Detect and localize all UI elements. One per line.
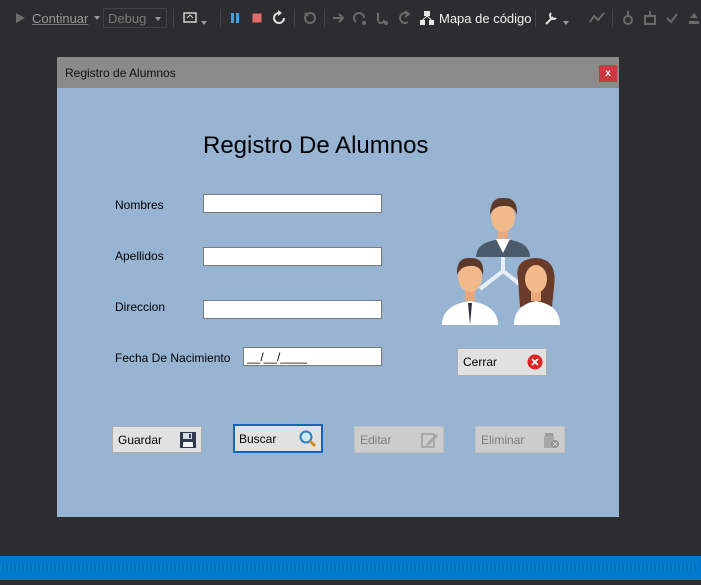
cerrar-label: Cerrar xyxy=(463,355,498,369)
editar-label: Editar xyxy=(360,432,392,447)
apellidos-label: Apellidos xyxy=(115,249,164,263)
buscar-button[interactable]: Buscar xyxy=(233,424,323,453)
direccion-input[interactable] xyxy=(203,300,382,319)
window-titlebar[interactable]: Registro de Alumnos x xyxy=(57,57,619,88)
edit-icon xyxy=(421,433,438,448)
continue-label: Continuar xyxy=(32,10,89,26)
code-map-label: Mapa de código xyxy=(439,10,532,26)
pause-button[interactable] xyxy=(227,0,243,36)
chevron-down-icon xyxy=(563,21,569,25)
hot-reload-icon xyxy=(302,10,318,26)
apellidos-input[interactable] xyxy=(203,247,382,266)
guardar-label: Guardar xyxy=(118,432,163,447)
code-map-button[interactable]: Mapa de código xyxy=(419,0,532,36)
show-next-statement-button[interactable] xyxy=(331,0,347,36)
ide-toolbar: Continuar Debug Mapa de código xyxy=(0,0,701,36)
step-out-button[interactable] xyxy=(396,0,412,36)
people-group-icon xyxy=(442,197,560,325)
process-icon xyxy=(182,10,198,26)
tools-button[interactable] xyxy=(544,0,569,36)
eliminar-label: Eliminar xyxy=(481,432,525,447)
thread-icon xyxy=(620,10,636,26)
toolbar-separator xyxy=(294,9,295,27)
chevron-down-icon xyxy=(94,16,101,20)
thread-button[interactable] xyxy=(620,0,636,36)
toolbar-separator xyxy=(612,9,613,27)
direccion-label: Direccion xyxy=(115,300,166,314)
close-circle-icon xyxy=(527,354,543,370)
guardar-button[interactable]: Guardar xyxy=(112,426,202,453)
toolbar-separator xyxy=(535,9,536,27)
diagnostics-button[interactable] xyxy=(589,0,605,36)
diagnostics-icon xyxy=(589,10,605,26)
window-title: Registro de Alumnos xyxy=(65,66,176,80)
check-icon xyxy=(664,10,680,26)
step-over-button[interactable] xyxy=(374,0,390,36)
step-into-icon xyxy=(352,10,368,26)
chevron-down-icon xyxy=(155,17,161,21)
stack-icon xyxy=(642,10,658,26)
restart-button[interactable] xyxy=(271,0,287,36)
code-map-icon xyxy=(419,10,435,26)
save-icon xyxy=(180,432,196,448)
toolbar-separator xyxy=(220,9,221,27)
form-heading: Registro De Alumnos xyxy=(203,132,429,159)
hot-reload-button[interactable] xyxy=(302,0,318,36)
window-close-button[interactable]: x xyxy=(599,65,617,82)
eliminar-button[interactable]: Eliminar xyxy=(475,426,565,453)
nombres-input[interactable] xyxy=(203,194,382,213)
status-bar-progress-stripes xyxy=(0,563,701,571)
configuration-value: Debug xyxy=(108,10,147,26)
toolbar-separator xyxy=(324,9,325,27)
process-button[interactable] xyxy=(182,0,207,36)
step-out-icon xyxy=(396,10,412,26)
play-icon xyxy=(12,10,28,26)
fecha-nacimiento-masked-input[interactable] xyxy=(243,347,382,366)
fecha-nacimiento-label: Fecha De Nacimiento xyxy=(115,351,231,365)
buscar-label: Buscar xyxy=(239,431,277,446)
upload-icon xyxy=(686,10,701,26)
restart-icon xyxy=(271,10,287,26)
nombres-label: Nombres xyxy=(115,198,164,212)
configuration-select[interactable]: Debug xyxy=(103,8,167,28)
registro-alumnos-window: Registro de Alumnos x Registro De Alumno… xyxy=(57,57,619,517)
continue-button[interactable]: Continuar xyxy=(12,0,101,36)
stop-button[interactable] xyxy=(249,0,265,36)
upload-button[interactable] xyxy=(686,0,701,36)
tools-icon xyxy=(544,10,560,26)
check-button[interactable] xyxy=(664,0,680,36)
cerrar-button[interactable]: Cerrar xyxy=(457,348,547,376)
pause-icon xyxy=(227,10,243,26)
stop-icon xyxy=(249,10,265,26)
show-next-statement-icon xyxy=(331,10,347,26)
step-into-button[interactable] xyxy=(352,0,368,36)
editar-button[interactable]: Editar xyxy=(354,426,444,453)
bottom-edge xyxy=(0,580,701,585)
delete-icon xyxy=(544,433,559,448)
search-icon xyxy=(299,430,317,448)
stack-button[interactable] xyxy=(642,0,658,36)
toolbar-separator xyxy=(173,9,174,27)
chevron-down-icon xyxy=(201,21,207,25)
step-over-icon xyxy=(374,10,390,26)
